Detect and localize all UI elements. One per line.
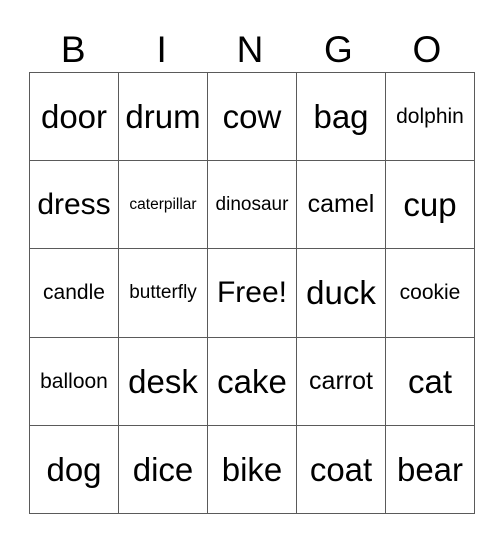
grid-row: dress caterpillar dinosaur camel cup xyxy=(29,160,475,250)
grid-row: dog dice bike coat bear xyxy=(29,424,475,515)
bingo-cell[interactable]: balloon xyxy=(29,336,119,426)
bingo-cell[interactable]: butterfly xyxy=(118,248,208,338)
bingo-grid: door drum cow bag dolphin dress caterpil… xyxy=(29,71,475,515)
bingo-cell[interactable]: bike xyxy=(207,424,297,515)
bingo-cell[interactable]: cake xyxy=(207,336,297,426)
bingo-cell[interactable]: cat xyxy=(385,336,475,426)
bingo-cell[interactable]: dog xyxy=(29,424,119,515)
bingo-cell[interactable]: caterpillar xyxy=(118,160,208,250)
header-letter-g: G xyxy=(324,29,353,70)
bingo-cell[interactable]: duck xyxy=(296,248,386,338)
header-letter-o: O xyxy=(412,29,442,70)
bingo-header: B I N G O xyxy=(29,28,471,72)
bingo-cell[interactable]: cup xyxy=(385,160,475,250)
header-letter-b: B xyxy=(60,29,86,70)
header-letter-i: I xyxy=(156,29,167,70)
bingo-cell[interactable]: camel xyxy=(296,160,386,250)
header-letter-n: N xyxy=(236,29,264,70)
free-space-cell[interactable]: Free! xyxy=(207,248,297,338)
bingo-cell[interactable]: dress xyxy=(29,160,119,250)
bingo-cell[interactable]: desk xyxy=(118,336,208,426)
bingo-cell[interactable]: dice xyxy=(118,424,208,515)
bingo-cell[interactable]: candle xyxy=(29,248,119,338)
bingo-cell[interactable]: drum xyxy=(118,71,208,162)
grid-row: balloon desk cake carrot cat xyxy=(29,336,475,426)
grid-row: candle butterfly Free! duck cookie xyxy=(29,248,475,338)
bingo-cell[interactable]: bag xyxy=(296,71,386,162)
bingo-cell[interactable]: door xyxy=(29,71,119,162)
grid-row: door drum cow bag dolphin xyxy=(29,71,475,162)
bingo-cell[interactable]: carrot xyxy=(296,336,386,426)
bingo-cell[interactable]: dinosaur xyxy=(207,160,297,250)
bingo-cell[interactable]: dolphin xyxy=(385,71,475,162)
bingo-cell[interactable]: coat xyxy=(296,424,386,515)
bingo-cell[interactable]: cow xyxy=(207,71,297,162)
bingo-cell[interactable]: cookie xyxy=(385,248,475,338)
bingo-cell[interactable]: bear xyxy=(385,424,475,515)
